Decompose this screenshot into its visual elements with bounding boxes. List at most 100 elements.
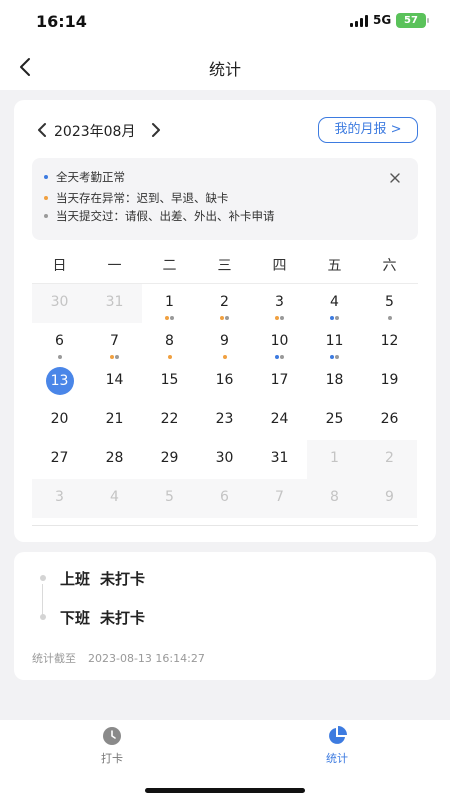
- day-number: 16: [215, 372, 234, 388]
- day-number: 5: [385, 294, 394, 310]
- home-indicator: [145, 788, 305, 793]
- back-button[interactable]: [12, 52, 42, 82]
- calendar-day[interactable]: 6: [32, 323, 87, 362]
- status-time: 16:14: [36, 12, 87, 31]
- clock-icon: [103, 727, 121, 745]
- calendar-day[interactable]: 1: [142, 284, 197, 323]
- calendar-day[interactable]: 14: [87, 362, 142, 401]
- calendar-day[interactable]: 10: [252, 323, 307, 362]
- calendar-day-other-month[interactable]: 2: [362, 440, 417, 479]
- calendar-day-other-month[interactable]: 3: [32, 479, 87, 518]
- calendar-day[interactable]: 4: [307, 284, 362, 323]
- calendar-day[interactable]: 16: [197, 362, 252, 401]
- tab-label: 统计: [326, 752, 348, 765]
- status-dot-icon: [335, 316, 339, 320]
- calendar-day[interactable]: 29: [142, 440, 197, 479]
- calendar-day[interactable]: 31: [252, 440, 307, 479]
- calendar-day[interactable]: 28: [87, 440, 142, 479]
- calendar-day[interactable]: 18: [307, 362, 362, 401]
- calendar-day[interactable]: 26: [362, 401, 417, 440]
- weekday-header: 日 一 二 三 四 五 六: [32, 255, 418, 281]
- day-number: 3: [275, 294, 284, 310]
- day-number: 1: [330, 450, 339, 466]
- calendar-day-other-month[interactable]: 7: [252, 479, 307, 518]
- calendar-day[interactable]: 24: [252, 401, 307, 440]
- gray-dot-icon: [44, 213, 48, 218]
- day-number: 22: [160, 411, 179, 427]
- weekday-label: 三: [217, 258, 232, 274]
- calendar-day-other-month[interactable]: 9: [362, 479, 417, 518]
- status-dot-icon: [115, 355, 119, 359]
- battery-icon: 57: [396, 13, 426, 28]
- day-number: 23: [215, 411, 234, 427]
- status-dots: [362, 316, 417, 320]
- status-dots: [142, 316, 197, 320]
- monthly-report-button[interactable]: 我的月报 >: [318, 117, 418, 143]
- tab-statistics[interactable]: 统计: [287, 726, 387, 766]
- day-number: 18: [325, 372, 344, 388]
- calendar-day[interactable]: 3: [252, 284, 307, 323]
- day-number: 8: [330, 489, 339, 505]
- calendar-day[interactable]: 5: [362, 284, 417, 323]
- day-number: 14: [105, 372, 124, 388]
- calendar-day[interactable]: 2: [197, 284, 252, 323]
- stat-time-value: 2023-08-13 16:14:27: [88, 652, 205, 665]
- legend-box: 全天考勤正常 当天存在异常：迟到、早退、缺卡 当天提交过：请假、出差、外出、补卡…: [32, 158, 418, 240]
- close-legend-button[interactable]: [387, 170, 403, 186]
- weekday-label: 四: [272, 258, 287, 274]
- tab-punch[interactable]: 打卡: [62, 726, 162, 766]
- calendar-day[interactable]: 20: [32, 401, 87, 440]
- status-dot-icon: [222, 355, 227, 359]
- day-number: 11: [325, 333, 344, 349]
- day-number: 26: [380, 411, 399, 427]
- day-number: 25: [325, 411, 344, 427]
- calendar-day[interactable]: 22: [142, 401, 197, 440]
- calendar-day-other-month[interactable]: 30: [32, 284, 87, 323]
- calendar-day[interactable]: 30: [197, 440, 252, 479]
- calendar-grid: 30 31 1 2 3 4 5 6 7 8 9 10 11 12 13 14 15 16 17 18 19 20 21 22 2…: [32, 284, 418, 518]
- status-dot-icon: [57, 355, 62, 359]
- calendar-day-other-month[interactable]: 31: [87, 284, 142, 323]
- status-bar: 16:14 5G 57: [0, 0, 450, 44]
- day-number: 3: [55, 489, 64, 505]
- day-number: 2: [385, 450, 394, 466]
- day-number: 7: [275, 489, 284, 505]
- calendar-day[interactable]: 9: [197, 323, 252, 362]
- status-dot-icon: [387, 316, 392, 320]
- day-number: 19: [380, 372, 399, 388]
- calendar-day[interactable]: 17: [252, 362, 307, 401]
- calendar-day-other-month[interactable]: 1: [307, 440, 362, 479]
- status-dots: [197, 355, 252, 359]
- day-number: 9: [385, 489, 394, 505]
- calendar-day[interactable]: 25: [307, 401, 362, 440]
- calendar-day[interactable]: 7: [87, 323, 142, 362]
- calendar-day-other-month[interactable]: 8: [307, 479, 362, 518]
- calendar-day[interactable]: 8: [142, 323, 197, 362]
- calendar-day-other-month[interactable]: 5: [142, 479, 197, 518]
- calendar-day[interactable]: 27: [32, 440, 87, 479]
- signal-icon: [350, 15, 370, 27]
- calendar-day[interactable]: 23: [197, 401, 252, 440]
- calendar-day[interactable]: 15: [142, 362, 197, 401]
- calendar-day-today[interactable]: 13: [32, 362, 87, 401]
- status-dot-icon: [110, 355, 114, 359]
- prev-month-button[interactable]: [34, 120, 50, 140]
- day-number: 1: [165, 294, 174, 310]
- next-month-button[interactable]: [148, 120, 164, 140]
- weekday-label: 一: [107, 258, 122, 274]
- calendar-day[interactable]: 19: [362, 362, 417, 401]
- legend-item-normal: 全天考勤正常: [44, 169, 125, 185]
- calendar-day[interactable]: 11: [307, 323, 362, 362]
- status-dots: [252, 316, 307, 320]
- calendar-day-other-month[interactable]: 6: [197, 479, 252, 518]
- day-number: 6: [55, 333, 64, 349]
- calendar-day[interactable]: 21: [87, 401, 142, 440]
- calendar-day[interactable]: 12: [362, 323, 417, 362]
- status-dot-icon: [280, 355, 284, 359]
- weekday-label: 六: [382, 258, 397, 274]
- calendar-day-other-month[interactable]: 4: [87, 479, 142, 518]
- status-dot-icon: [167, 355, 172, 359]
- day-number: 27: [50, 450, 69, 466]
- day-number: 2: [220, 294, 229, 310]
- status-dot-icon: [165, 316, 169, 320]
